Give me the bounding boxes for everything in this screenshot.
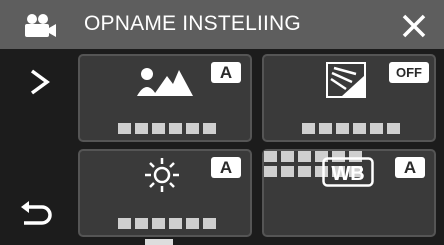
white-balance-tile[interactable]: WB A (262, 149, 436, 237)
backlight-compensation-tile[interactable]: OFF (262, 54, 436, 142)
page-title: OPNAME INSTELIING (84, 12, 301, 35)
value-placeholder (118, 218, 216, 229)
value-placeholder (302, 123, 400, 134)
status-badge: A (211, 62, 241, 83)
chevron-right-icon (30, 69, 50, 95)
wb-icon-label: WB (331, 163, 364, 185)
brightness-tile[interactable]: A (78, 149, 252, 237)
header-bar: OPNAME INSTELIING (0, 0, 444, 49)
status-badge: A (395, 157, 425, 178)
scroll-indicator (145, 239, 173, 245)
movie-camera-icon (23, 13, 57, 44)
backlight-icon (326, 62, 366, 103)
scene-select-tile[interactable]: A (78, 54, 252, 142)
camera-settings-screen: OPNAME INSTELIING A OFF A WB A (0, 0, 444, 245)
status-badge: OFF (389, 62, 429, 83)
next-page-button[interactable] (28, 68, 52, 101)
close-icon[interactable] (401, 13, 427, 44)
back-button[interactable] (18, 201, 54, 234)
return-arrow-icon (21, 201, 52, 225)
sun-brightness-icon (144, 157, 180, 198)
status-badge: A (211, 157, 241, 178)
value-placeholder (118, 123, 216, 134)
wb-icon: WB (322, 157, 374, 192)
portrait-landscape-icon (135, 64, 195, 103)
